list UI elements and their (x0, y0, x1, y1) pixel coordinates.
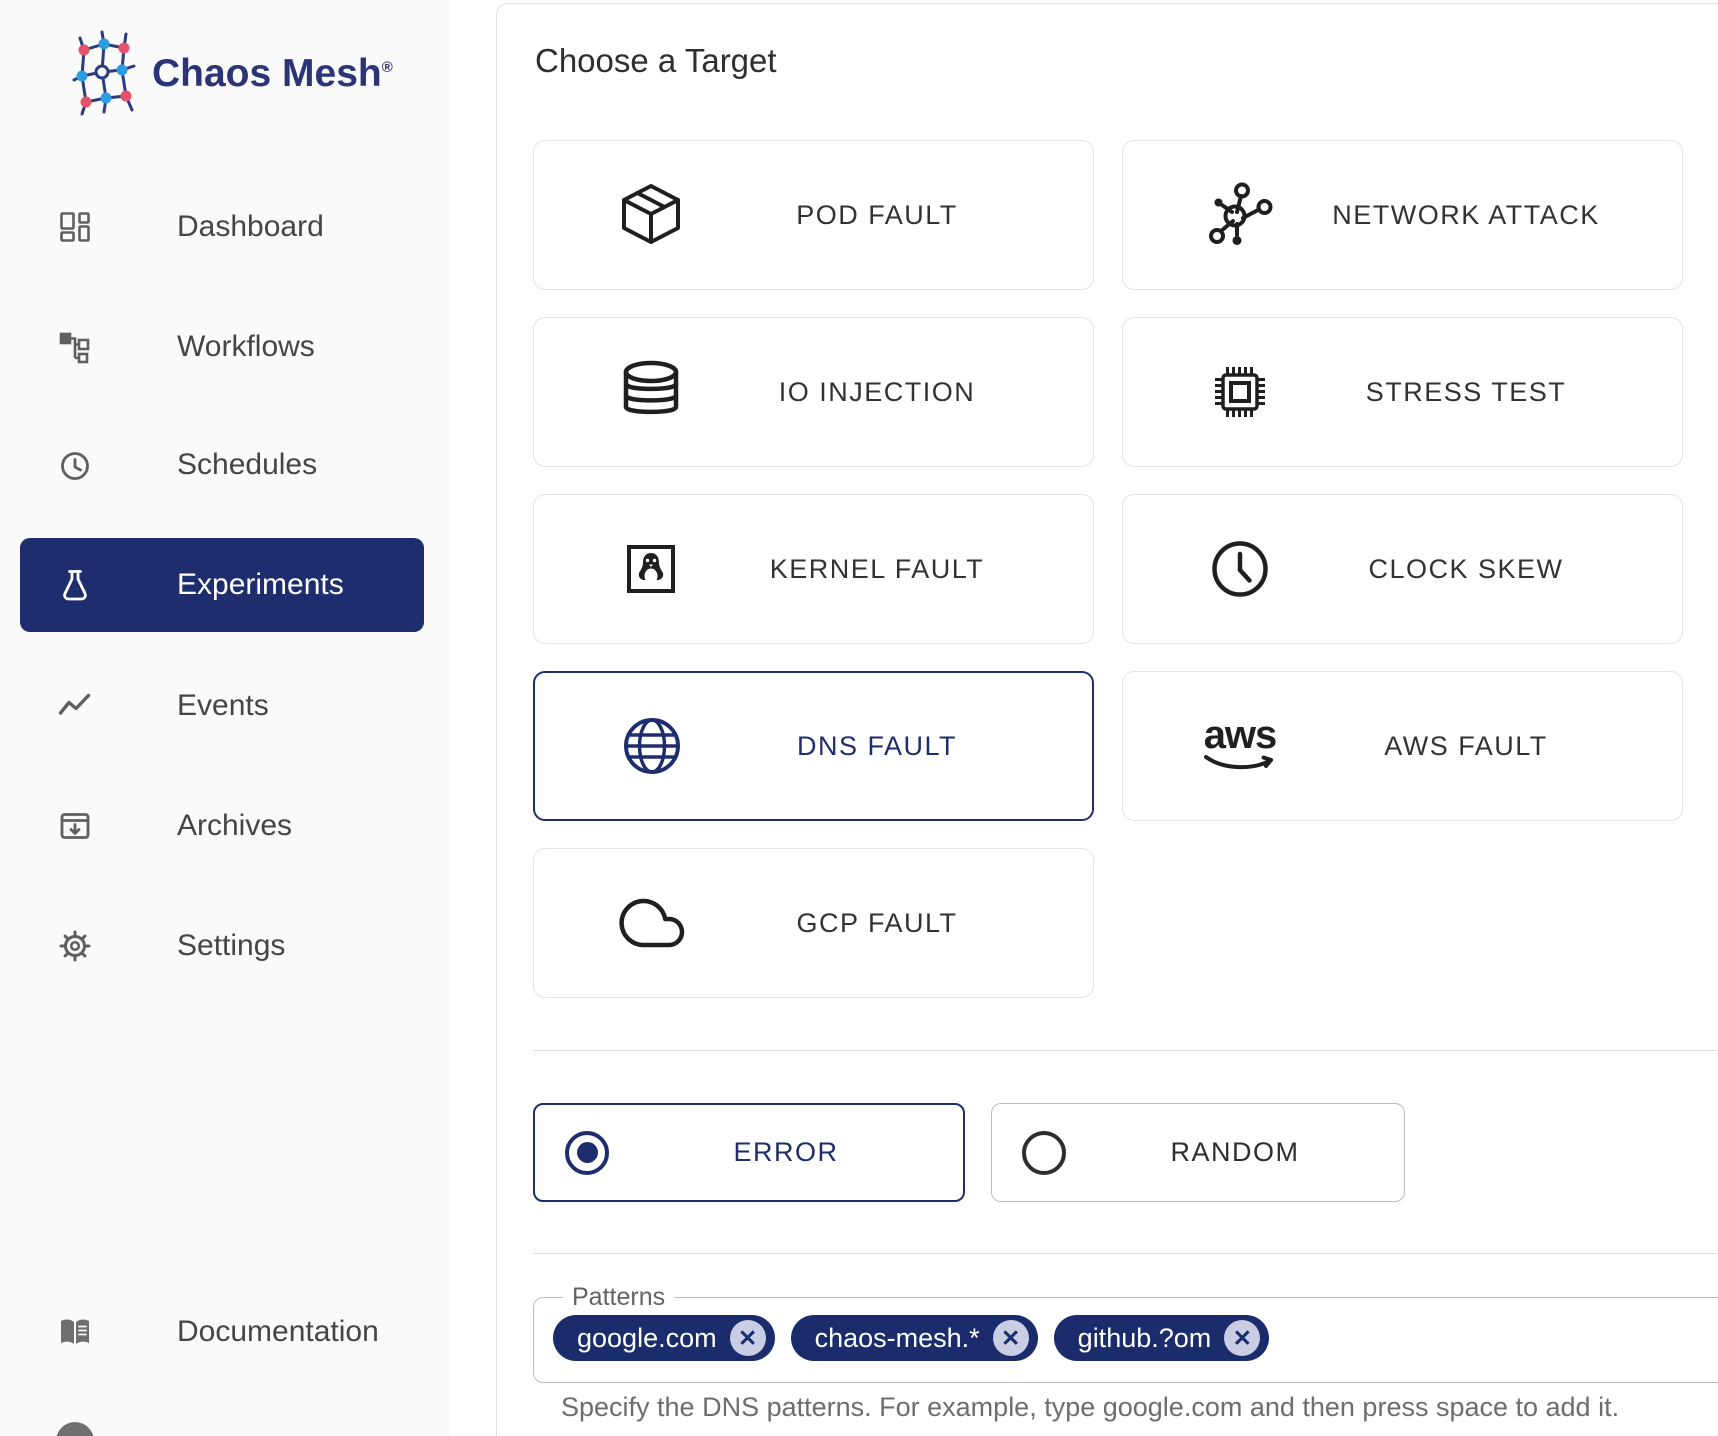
sidebar-item-archives[interactable]: Archives (20, 779, 424, 873)
target-card-label: DNS FAULT (688, 731, 1092, 762)
target-card-label: IO INJECTION (687, 377, 1093, 408)
database-icon (615, 356, 687, 428)
book-icon (57, 1314, 93, 1350)
archive-icon (57, 808, 93, 844)
target-card-gcp-fault[interactable]: GCP FAULT (533, 848, 1094, 998)
pattern-chip[interactable]: chaos-mesh.* ✕ (791, 1315, 1038, 1361)
dashboard-icon (57, 209, 93, 245)
mode-label: RANDOM (1066, 1137, 1404, 1168)
patterns-input[interactable]: Patterns google.com ✕ chaos-mesh.* ✕ git… (533, 1283, 1718, 1383)
target-card-label: KERNEL FAULT (687, 554, 1093, 585)
target-card-stress-test[interactable]: STRESS TEST (1122, 317, 1683, 467)
sidebar-item-experiments[interactable]: Experiments (20, 538, 424, 632)
chip-delete-icon[interactable]: ✕ (993, 1320, 1029, 1356)
mode-option-random[interactable]: RANDOM (991, 1103, 1405, 1202)
chaos-mesh-logo-icon (72, 26, 136, 118)
timeline-icon (57, 688, 93, 724)
pattern-chip[interactable]: github.?om ✕ (1054, 1315, 1270, 1361)
patterns-label: Patterns (563, 1283, 674, 1312)
network-icon (1204, 179, 1276, 251)
radio-unchecked-icon[interactable] (1022, 1131, 1066, 1175)
sidebar-item-documentation[interactable]: Documentation (20, 1285, 424, 1379)
sidebar-item-dashboard[interactable]: Dashboard (20, 180, 424, 274)
flask-icon (57, 567, 93, 603)
clock-icon (1204, 533, 1276, 605)
divider (533, 1050, 1718, 1051)
cloud-icon (615, 887, 687, 959)
sidebar-item-label: Workflows (177, 330, 315, 364)
pattern-chip[interactable]: google.com ✕ (553, 1315, 775, 1361)
sidebar-item-label: Settings (177, 929, 285, 963)
target-card-network-attack[interactable]: NETWORK ATTACK (1122, 140, 1683, 290)
mode-label: ERROR (609, 1137, 963, 1168)
sidebar-item-label: Events (177, 689, 269, 723)
sidebar-item-settings[interactable]: Settings (20, 899, 424, 993)
target-card-kernel-fault[interactable]: KERNEL FAULT (533, 494, 1094, 644)
target-card-dns-fault[interactable]: DNS FAULT (533, 671, 1094, 821)
app-window: Chaos Mesh® Dashboard Workflows (0, 0, 1718, 1436)
target-card-label: STRESS TEST (1276, 377, 1682, 408)
target-card-aws-fault[interactable]: aws AWS FAULT (1122, 671, 1683, 821)
target-card-label: GCP FAULT (687, 908, 1093, 939)
clock-icon (57, 447, 93, 483)
mode-option-error[interactable]: ERROR (533, 1103, 965, 1202)
brand-name: Chaos Mesh® (152, 52, 393, 96)
penguin-icon (615, 533, 687, 605)
target-card-label: POD FAULT (687, 200, 1093, 231)
pattern-chip-text: google.com (577, 1323, 717, 1354)
sidebar-item-label: Experiments (177, 568, 344, 602)
sidebar: Chaos Mesh® Dashboard Workflows (0, 0, 450, 1436)
target-card-clock-skew[interactable]: CLOCK SKEW (1122, 494, 1683, 644)
chip-delete-icon[interactable]: ✕ (1224, 1320, 1260, 1356)
radio-checked-icon[interactable] (565, 1131, 609, 1175)
brand-logo: Chaos Mesh® (72, 26, 393, 118)
github-icon[interactable] (56, 1422, 94, 1436)
gear-icon (57, 928, 93, 964)
page-title: Choose a Target (535, 42, 777, 80)
globe-icon (616, 710, 688, 782)
target-card-pod-fault[interactable]: POD FAULT (533, 140, 1094, 290)
pattern-chip-text: chaos-mesh.* (815, 1323, 980, 1354)
pattern-chip-text: github.?om (1078, 1323, 1212, 1354)
workflows-icon (57, 329, 93, 365)
cube-icon (615, 179, 687, 251)
target-card-label: NETWORK ATTACK (1276, 200, 1682, 231)
chip-icon (1204, 356, 1276, 428)
registered-mark: ® (382, 59, 393, 76)
target-card-label: AWS FAULT (1276, 731, 1682, 762)
patterns-helper-text: Specify the DNS patterns. For example, t… (561, 1392, 1619, 1423)
sidebar-item-workflows[interactable]: Workflows (20, 300, 424, 394)
sidebar-item-label: Schedules (177, 448, 317, 482)
sidebar-item-events[interactable]: Events (20, 659, 424, 753)
target-card-io-injection[interactable]: IO INJECTION (533, 317, 1094, 467)
aws-icon: aws (1204, 710, 1276, 782)
target-card-label: CLOCK SKEW (1276, 554, 1682, 585)
sidebar-item-label: Archives (177, 809, 292, 843)
sidebar-item-label: Dashboard (177, 210, 324, 244)
chip-delete-icon[interactable]: ✕ (730, 1320, 766, 1356)
sidebar-item-label: Documentation (177, 1315, 379, 1349)
patterns-chip-row: google.com ✕ chaos-mesh.* ✕ github.?om ✕ (553, 1315, 1718, 1361)
divider (533, 1253, 1718, 1254)
sidebar-item-schedules[interactable]: Schedules (20, 418, 424, 512)
